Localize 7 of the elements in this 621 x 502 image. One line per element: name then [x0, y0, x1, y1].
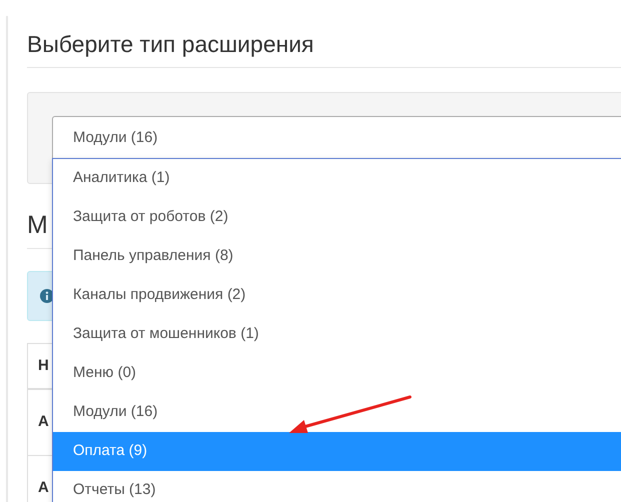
table-cell-text: А: [38, 412, 49, 432]
page-title: Выберите тип расширения: [27, 30, 315, 58]
section-heading: М: [27, 210, 48, 240]
dropdown-option[interactable]: Аналитика (1): [53, 159, 621, 198]
type-select[interactable]: Модули (16): [52, 116, 621, 160]
table-cell-text: А: [38, 478, 49, 498]
column-header: Н: [38, 356, 49, 376]
